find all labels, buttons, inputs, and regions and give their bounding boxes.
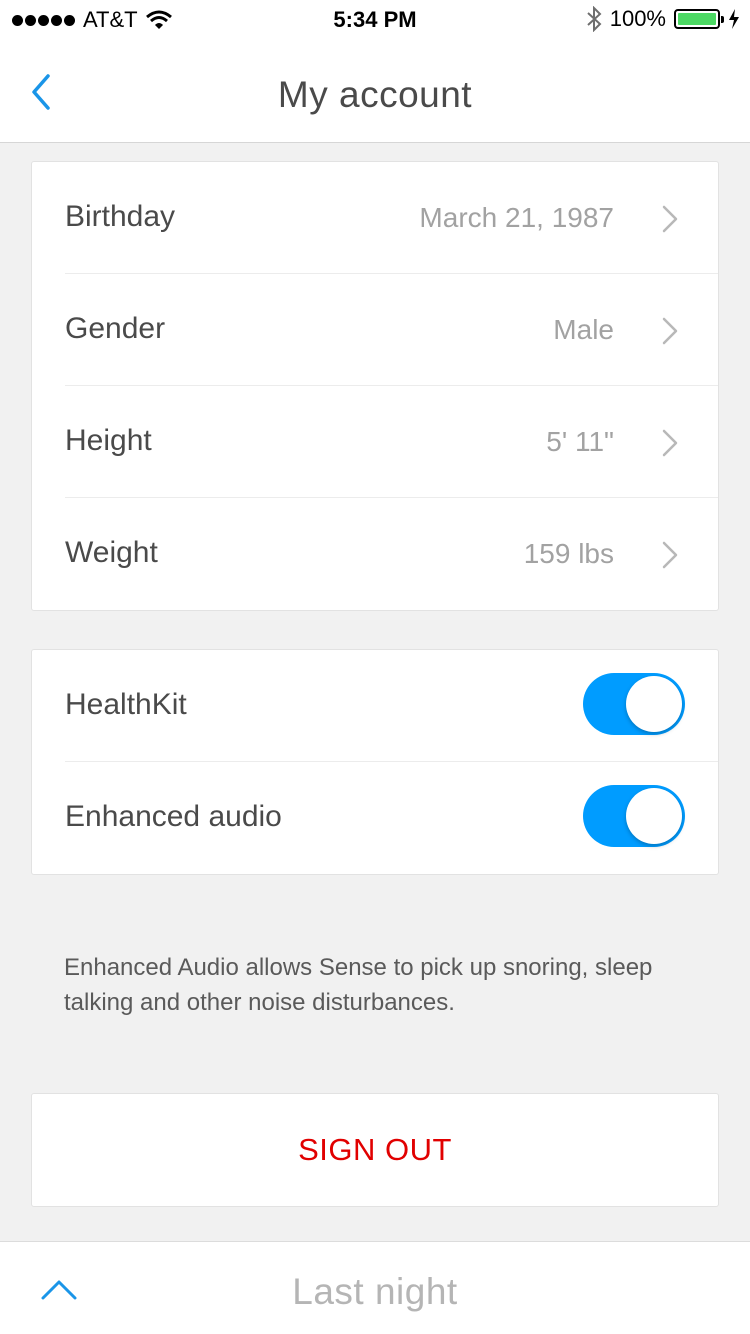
enhanced-audio-toggle[interactable] [583,785,685,847]
enhanced-audio-label: Enhanced audio [65,800,282,833]
page-title: My account [277,74,473,115]
chevron-right-icon [662,205,678,233]
bottom-bar-title: Last night [292,1271,458,1312]
height-label: Height [65,424,152,457]
gender-value: Male [553,314,614,345]
charging-icon [729,9,739,29]
healthkit-toggle[interactable] [583,673,685,735]
sign-out-label: SIGN OUT [298,1132,452,1167]
bottom-bar[interactable]: Last night [0,1241,750,1334]
chevron-right-icon [662,541,678,569]
chevron-right-icon [662,429,678,457]
settings-card: HealthKit Enhanced audio [31,649,719,875]
height-row[interactable]: Height 5' 11" [65,386,718,498]
weight-label: Weight [65,536,158,569]
height-value: 5' 11" [546,426,614,457]
birthday-label: Birthday [65,200,176,233]
birthday-value: March 21, 1987 [419,202,614,233]
navigation-bar: My account [0,40,750,143]
status-right: 100% [586,6,740,32]
enhanced-audio-description: Enhanced Audio allows Sense to pick up s… [64,954,653,1016]
battery-icon [674,9,724,29]
sign-out-button[interactable]: SIGN OUT [31,1093,719,1207]
weight-value: 159 lbs [523,538,614,569]
healthkit-row: HealthKit [65,650,718,762]
healthkit-label: HealthKit [65,688,187,721]
gender-label: Gender [65,312,166,345]
toggle-knob [626,676,682,732]
gender-row[interactable]: Gender Male [65,274,718,386]
status-bar: AT&T 5:34 PM 100% [0,0,750,40]
battery-percent: 100% [609,6,666,31]
bluetooth-icon [587,6,602,32]
weight-row[interactable]: Weight 159 lbs [65,498,718,610]
enhanced-audio-row: Enhanced audio [65,762,718,874]
birthday-row[interactable]: Birthday March 21, 1987 [65,162,718,274]
toggle-knob [626,788,682,844]
profile-card: Birthday March 21, 1987 Gender Male Heig… [31,161,719,611]
chevron-right-icon [662,317,678,345]
